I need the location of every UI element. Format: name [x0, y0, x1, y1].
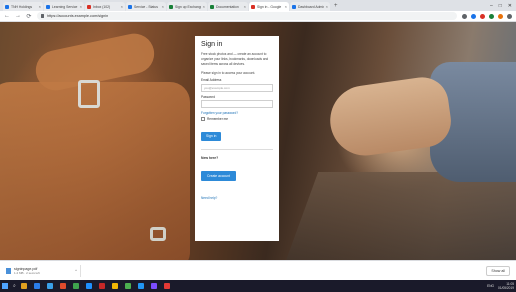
background-table: [281, 172, 516, 260]
taskbar-app-icon[interactable]: [98, 283, 105, 289]
signin-instruction: Please sign in to access your account.: [201, 71, 256, 75]
tab-close-icon[interactable]: ×: [244, 4, 246, 9]
page-viewport: Sign in Free stock photos and — create a…: [0, 22, 516, 260]
file-icon: [6, 267, 11, 274]
download-status: 1.2 MB · 2 secs left: [14, 270, 40, 275]
tab-label: Documentation: [216, 4, 239, 9]
tab-label: Inbox (102): [93, 4, 111, 9]
browser-tab[interactable]: Dashboard Admin ×: [290, 2, 330, 11]
divider: [201, 149, 273, 150]
taskbar-app-icon[interactable]: [20, 283, 27, 289]
close-window-icon[interactable]: ✕: [508, 2, 512, 11]
clock[interactable]: 11:05 01/05/2019: [498, 282, 514, 290]
clock-date: 01/05/2019: [498, 286, 514, 290]
browser-tab[interactable]: Sign up Exchange ×: [167, 2, 207, 11]
tab-label: Sign in - Google: [257, 4, 282, 9]
browser-tab[interactable]: Sign in - Google ×: [249, 2, 289, 11]
password-field[interactable]: [201, 100, 273, 108]
tab-close-icon[interactable]: ×: [121, 4, 123, 9]
address-bar[interactable]: https://accounts.example.com/signin: [37, 12, 457, 20]
new-here-heading: New here?: [201, 156, 219, 160]
signin-description: Free stock photos and — create an accoun…: [201, 52, 269, 66]
taskbar-app-icon[interactable]: [124, 283, 131, 289]
browser-tab[interactable]: Learning Service ×: [44, 2, 84, 11]
signin-card: Sign in Free stock photos and — create a…: [195, 36, 279, 241]
taskbar-app-icon[interactable]: [46, 283, 53, 289]
remember-label: Remember me: [207, 117, 229, 121]
new-tab-button[interactable]: +: [331, 2, 341, 11]
favicon-icon: [210, 4, 214, 9]
star-icon[interactable]: [462, 13, 467, 19]
extension-icon[interactable]: [471, 13, 476, 19]
background-buckle: [150, 227, 166, 241]
taskbar-app-icon[interactable]: [137, 283, 144, 289]
taskbar: ⌕ ENG 11:05 01/05/2019: [0, 280, 516, 292]
back-icon[interactable]: ←: [4, 13, 10, 19]
page-title: Sign in: [201, 41, 223, 48]
lock-icon: [41, 14, 44, 18]
address-text: https://accounts.example.com/signin: [47, 14, 109, 18]
create-account-button[interactable]: Create account: [201, 171, 236, 181]
extension-icons: [462, 13, 512, 19]
taskbar-app-icon[interactable]: [33, 283, 40, 289]
taskbar-app-icon[interactable]: [59, 283, 66, 289]
browser-tab[interactable]: TNH Holdings ×: [3, 2, 43, 11]
tab-label: Learning Service: [52, 4, 78, 9]
tab-close-icon[interactable]: ×: [285, 4, 287, 9]
tab-close-icon[interactable]: ×: [162, 4, 164, 9]
favicon-icon: [87, 4, 91, 9]
email-label: Email Address: [201, 78, 222, 82]
window-controls: – □ ✕: [490, 2, 516, 11]
chevron-up-icon[interactable]: ^: [75, 268, 80, 273]
tab-close-icon[interactable]: ×: [326, 4, 328, 9]
windows-start-icon[interactable]: [2, 283, 8, 289]
browser-tab[interactable]: Documentation ×: [208, 2, 248, 11]
taskbar-app-icon[interactable]: [150, 283, 157, 289]
remember-checkbox[interactable]: [201, 117, 205, 121]
remember-me[interactable]: Remember me: [201, 117, 273, 121]
profile-avatar[interactable]: [498, 13, 503, 19]
download-bar: signinpage.pdf 1.2 MB · 2 secs left ^ Sh…: [0, 260, 516, 280]
tab-close-icon[interactable]: ×: [203, 4, 205, 9]
extension-icon[interactable]: [480, 13, 485, 19]
browser-tab[interactable]: Inbox (102) ×: [85, 2, 125, 11]
search-icon[interactable]: ⌕: [13, 283, 16, 289]
favicon-icon: [5, 4, 9, 9]
forward-icon[interactable]: →: [15, 13, 21, 19]
background-buckle: [78, 80, 100, 108]
browser-toolbar: ← → ⟳ https://accounts.example.com/signi…: [0, 11, 516, 22]
download-item[interactable]: signinpage.pdf 1.2 MB · 2 secs left ^: [6, 264, 81, 277]
signin-button[interactable]: Sign in: [201, 131, 222, 141]
favicon-icon: [292, 4, 296, 9]
password-label: Password: [201, 94, 215, 99]
taskbar-app-icon[interactable]: [72, 283, 79, 289]
tab-strip: TNH Holdings × Learning Service × Inbox (102…: [0, 0, 516, 11]
tab-label: TNH Holdings: [11, 4, 33, 9]
email-field[interactable]: you@example.com: [201, 83, 273, 92]
menu-icon[interactable]: [507, 13, 512, 19]
forgot-password-link[interactable]: Forgotten your password?: [201, 111, 273, 115]
system-tray: ENG 11:05 01/05/2019: [487, 282, 514, 290]
help-link[interactable]: Need help?: [201, 196, 217, 200]
tab-label: Dashboard Admin: [298, 4, 324, 9]
minimize-icon[interactable]: –: [490, 2, 493, 11]
maximize-icon[interactable]: □: [499, 2, 502, 11]
favicon-icon: [128, 4, 132, 9]
favicon-icon: [251, 4, 255, 9]
browser-tab[interactable]: Service - Status ×: [126, 2, 166, 11]
show-all-button[interactable]: Show all: [486, 265, 510, 276]
tab-close-icon[interactable]: ×: [39, 4, 41, 9]
taskbar-app-icon[interactable]: [111, 283, 118, 289]
reload-icon[interactable]: ⟳: [26, 13, 32, 20]
favicon-icon: [46, 4, 50, 9]
tab-close-icon[interactable]: ×: [80, 4, 82, 9]
tab-label: Sign up Exchange: [175, 4, 201, 9]
tab-label: Service - Status: [134, 4, 158, 9]
language-indicator[interactable]: ENG: [487, 284, 494, 288]
taskbar-app-icon[interactable]: [85, 283, 92, 289]
favicon-icon: [169, 4, 173, 9]
taskbar-app-icon[interactable]: [163, 283, 170, 289]
extension-icon[interactable]: [489, 13, 494, 19]
